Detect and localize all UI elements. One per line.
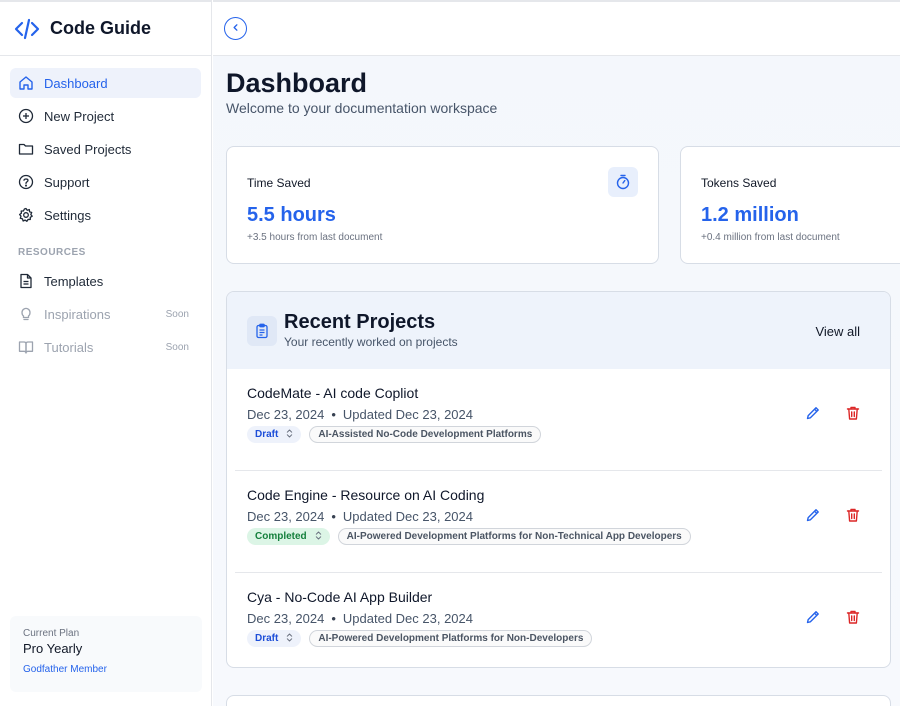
project-dates: Dec 23, 2024 • Updated Dec 23, 2024 (247, 611, 473, 626)
chevron-up-down-icon (286, 429, 293, 440)
stat-delta: +0.4 million from last document (701, 232, 840, 243)
project-dates: Dec 23, 2024 • Updated Dec 23, 2024 (247, 509, 473, 524)
stat-value: 1.2 million (701, 204, 799, 226)
sidebar-item-dashboard[interactable]: Dashboard (10, 68, 201, 98)
project-dates: Dec 23, 2024 • Updated Dec 23, 2024 (247, 407, 473, 422)
code-brackets-icon (14, 16, 40, 42)
project-created-date: Dec 23, 2024 (247, 407, 325, 422)
sidebar-item-settings[interactable]: Settings (10, 200, 201, 230)
plan-member: Godfather Member (23, 664, 107, 675)
recent-projects-title: Recent Projects (284, 311, 436, 333)
chevron-up-down-icon (315, 531, 322, 542)
folder-icon (18, 141, 34, 157)
project-created-date: Dec 23, 2024 (247, 611, 325, 626)
collapse-sidebar-button[interactable] (224, 17, 247, 40)
sidebar-nav: Dashboard New Project Saved Projects Sup… (0, 56, 211, 362)
plus-circle-icon (18, 108, 34, 124)
sidebar-item-new-project[interactable]: New Project (10, 101, 201, 131)
project-row[interactable]: CodeMate - AI code Copliot Dec 23, 2024 •… (235, 369, 882, 471)
soon-badge: Soon (165, 308, 189, 320)
status-label: Completed (255, 531, 307, 542)
topbar (213, 0, 900, 56)
project-title[interactable]: Code Engine - Resource on AI Coding (247, 487, 484, 503)
resources-section-label: RESOURCES (18, 247, 86, 258)
sidebar-item-label: Saved Projects (44, 141, 132, 157)
soon-badge: Soon (165, 341, 189, 353)
current-plan-card[interactable]: Current Plan Pro Yearly Godfather Member (10, 616, 202, 692)
recent-projects-subtitle: Your recently worked on projects (284, 335, 458, 349)
category-tag: AI-Powered Development Platforms for Non… (309, 630, 593, 647)
edit-pencil-icon[interactable] (805, 507, 821, 523)
plan-label: Current Plan (23, 628, 80, 639)
page-title: Dashboard (226, 68, 368, 98)
brand[interactable]: Code Guide (0, 0, 211, 56)
page-subtitle: Welcome to your documentation workspace (226, 100, 498, 116)
trash-icon[interactable] (845, 609, 861, 625)
project-title[interactable]: Cya - No-Code AI App Builder (247, 589, 432, 605)
lightbulb-icon (18, 306, 34, 322)
chevron-left-icon (231, 23, 240, 35)
project-updated-date: Updated Dec 23, 2024 (342, 611, 474, 626)
project-created-date: Dec 23, 2024 (247, 509, 325, 524)
sidebar-item-templates[interactable]: Templates (10, 266, 201, 296)
category-tag: AI-Assisted No-Code Development Platform… (309, 426, 542, 443)
trash-icon[interactable] (845, 507, 861, 523)
trash-icon[interactable] (845, 405, 861, 421)
sidebar-item-label: Settings (44, 207, 91, 223)
sidebar-item-label: Support (44, 174, 90, 190)
separator-dot: • (331, 611, 336, 626)
project-title[interactable]: CodeMate - AI code Copliot (247, 385, 418, 401)
next-card-edge (226, 695, 891, 706)
separator-dot: • (331, 407, 336, 422)
stat-delta: +3.5 hours from last document (247, 232, 383, 243)
stat-label: Tokens Saved (701, 176, 777, 190)
book-icon (18, 339, 34, 355)
sidebar-item-tutorials[interactable]: Tutorials Soon (10, 332, 201, 362)
brand-title: Code Guide (50, 18, 152, 38)
sidebar-item-label: Inspirations (44, 306, 111, 322)
sidebar-item-support[interactable]: Support (10, 167, 201, 197)
clipboard-icon (247, 316, 277, 346)
sidebar-item-label: Templates (44, 273, 104, 289)
project-row[interactable]: Cya - No-Code AI App Builder Dec 23, 202… (235, 573, 882, 667)
main-content: Dashboard Welcome to your documentation … (213, 0, 900, 706)
project-tags: Completed AI-Powered Development Platfor… (247, 528, 691, 545)
status-label: Draft (255, 429, 279, 440)
view-all-link[interactable]: View all (815, 324, 860, 339)
recent-projects-card: Recent Projects Your recently worked on … (226, 291, 891, 668)
help-circle-icon (18, 174, 34, 190)
file-icon (18, 273, 34, 289)
recent-projects-header: Recent Projects Your recently worked on … (227, 292, 890, 369)
sidebar-item-inspirations[interactable]: Inspirations Soon (10, 299, 201, 329)
status-select[interactable]: Draft (247, 426, 302, 443)
stopwatch-icon (608, 167, 638, 197)
home-icon (18, 75, 34, 91)
sidebar-item-label: Tutorials (44, 339, 94, 355)
project-row[interactable]: Code Engine - Resource on AI Coding Dec … (235, 471, 882, 573)
status-label: Draft (255, 633, 279, 644)
project-updated-date: Updated Dec 23, 2024 (342, 407, 474, 422)
stat-label: Time Saved (247, 176, 311, 190)
edit-pencil-icon[interactable] (805, 405, 821, 421)
chevron-up-down-icon (286, 633, 293, 644)
sidebar: Code Guide Dashboard New Project Saved P… (0, 0, 212, 706)
project-updated-date: Updated Dec 23, 2024 (342, 509, 474, 524)
stat-card-time-saved: Time Saved 5.5 hours +3.5 hours from las… (226, 146, 659, 264)
category-tag: AI-Powered Development Platforms for Non… (337, 528, 691, 545)
plan-name: Pro Yearly (23, 641, 83, 656)
status-select[interactable]: Draft (247, 630, 302, 647)
sidebar-item-label: Dashboard (44, 75, 108, 91)
project-tags: Draft AI-Powered Development Platforms f… (247, 630, 593, 647)
edit-pencil-icon[interactable] (805, 609, 821, 625)
stat-value: 5.5 hours (247, 204, 336, 226)
sidebar-item-label: New Project (44, 108, 115, 124)
stat-card-tokens-saved: Tokens Saved 1.2 million +0.4 million fr… (680, 146, 900, 264)
status-select[interactable]: Completed (247, 528, 330, 545)
sidebar-item-saved-projects[interactable]: Saved Projects (10, 134, 201, 164)
project-tags: Draft AI-Assisted No-Code Development Pl… (247, 426, 542, 443)
separator-dot: • (331, 509, 336, 524)
gear-icon (18, 207, 34, 223)
